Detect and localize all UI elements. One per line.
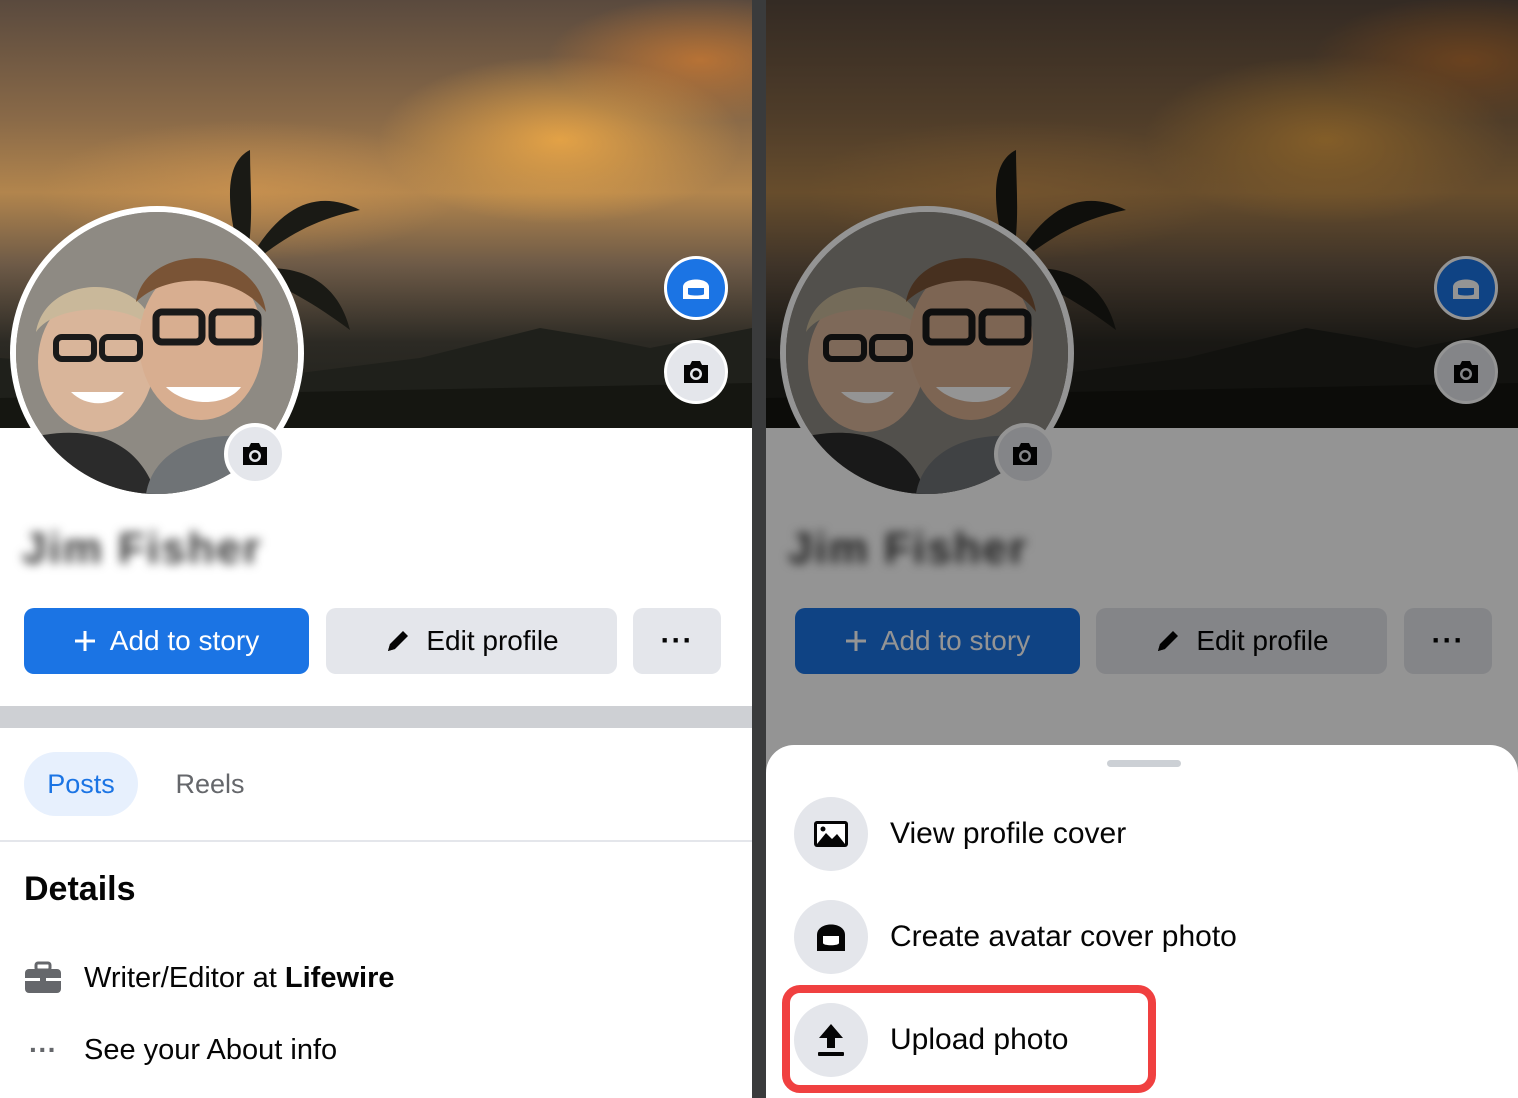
plus-icon (74, 631, 95, 651)
upload-highlight-annotation (782, 985, 1156, 1093)
see-about-info-link[interactable]: ··· See your About info (24, 1027, 337, 1073)
avatar-icon (794, 900, 868, 974)
tab-reels[interactable]: Reels (150, 752, 270, 816)
details-heading: Details (24, 870, 136, 908)
about-label: See your About info (84, 1033, 338, 1066)
briefcase-icon (24, 955, 62, 1001)
detail-work: Writer/Editor at Lifewire (24, 955, 395, 1001)
camera-icon (684, 361, 708, 383)
section-divider (0, 706, 752, 728)
tabs-divider (0, 840, 752, 842)
avatar-cover-button[interactable] (664, 256, 728, 320)
more-options-button[interactable]: ··· (633, 608, 721, 674)
add-to-story-button[interactable]: Add to story (24, 608, 309, 674)
profile-panel-with-sheet: Jim Fisher Add to story Edit profile ··· (766, 0, 1518, 1098)
sheet-drag-handle[interactable] (1107, 760, 1181, 767)
edit-profile-label: Edit profile (426, 625, 559, 656)
cover-options-sheet: View profile cover Create avatar cover p… (766, 745, 1518, 1098)
edit-cover-photo-button[interactable] (664, 340, 728, 404)
camera-icon (243, 443, 267, 465)
add-to-story-label: Add to story (109, 625, 260, 656)
work-title: Writer/Editor at (84, 961, 285, 994)
more-options-icon: ··· (660, 624, 694, 657)
profile-name: Jim Fisher (22, 524, 263, 573)
more-dots-icon: ··· (29, 1034, 57, 1065)
edit-profile-button[interactable]: Edit profile (326, 608, 617, 674)
profile-panel: Jim Fisher Add to story Edit profile ···… (0, 0, 752, 1098)
avatar-face-icon (683, 279, 709, 299)
view-profile-cover-label: View profile cover (890, 817, 1127, 850)
edit-profile-picture-button[interactable] (224, 423, 286, 485)
create-avatar-cover-label: Create avatar cover photo (890, 920, 1237, 953)
image-icon (794, 797, 868, 871)
tab-posts[interactable]: Posts (24, 752, 138, 816)
tab-reels-label: Reels (175, 768, 245, 799)
tab-posts-label: Posts (47, 768, 115, 799)
create-avatar-cover-option[interactable]: Create avatar cover photo (794, 900, 1237, 974)
pencil-icon (388, 631, 409, 651)
work-company[interactable]: Lifewire (285, 962, 395, 994)
view-profile-cover-option[interactable]: View profile cover (794, 797, 1126, 871)
